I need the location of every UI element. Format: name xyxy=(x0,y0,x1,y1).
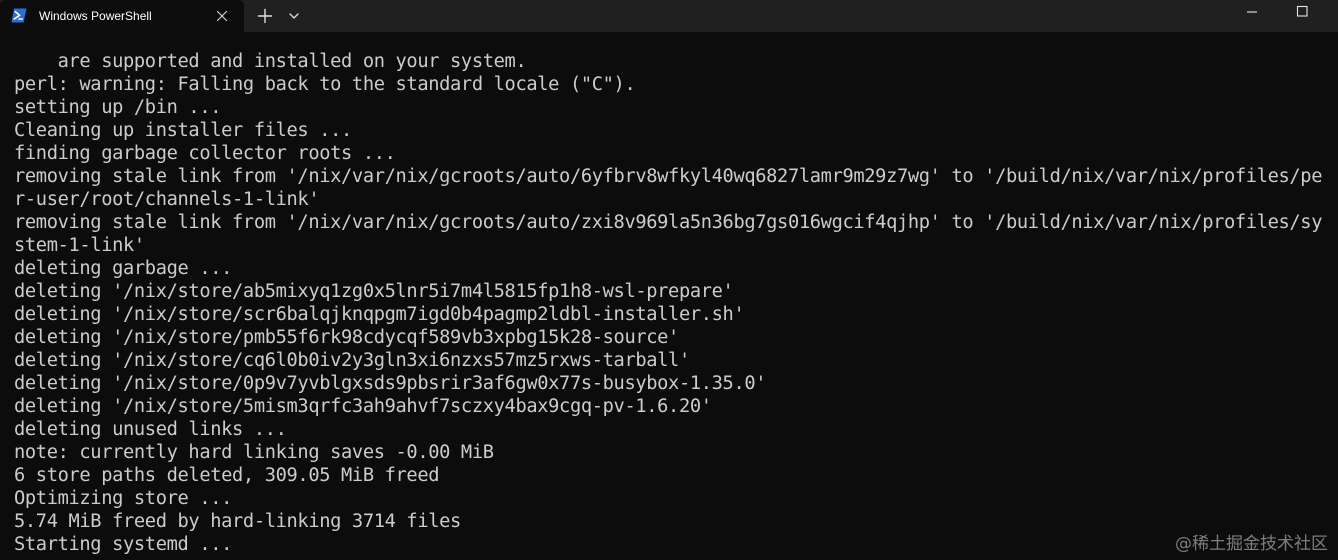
maximize-icon[interactable] xyxy=(1290,4,1314,20)
tab-windows-powershell[interactable]: Windows PowerShell xyxy=(0,0,244,32)
terminal-output[interactable]: are supported and installed on your syst… xyxy=(14,50,1334,560)
terminal-line: 6 store paths deleted, 309.05 MiB freed xyxy=(14,465,440,486)
plus-icon[interactable] xyxy=(253,5,277,27)
terminal-line: deleting '/nix/store/0p9v7yvblgxsds9pbsr… xyxy=(14,373,767,394)
terminal-line: Cleaning up installer files ... xyxy=(14,120,352,141)
terminal-line: setting up /bin ... xyxy=(14,97,222,118)
close-icon[interactable] xyxy=(213,7,231,25)
terminal-line: deleting '/nix/store/scr6balqjknqpgm7igd… xyxy=(14,304,745,325)
terminal-line: Optimizing store ... xyxy=(14,488,233,509)
chevron-down-icon[interactable] xyxy=(284,5,304,27)
terminal-line: 5.74 MiB freed by hard-linking 3714 file… xyxy=(14,511,461,532)
terminal-line: note: currently hard linking saves -0.00… xyxy=(14,442,494,463)
terminal-line: deleting '/nix/store/5mism3qrfc3ah9ahvf7… xyxy=(14,396,712,417)
tab-title: Windows PowerShell xyxy=(39,9,152,23)
terminal-line: are supported and installed on your syst… xyxy=(14,51,527,72)
terminal-line: deleting '/nix/store/cq6l0b0iv2y3gln3xi6… xyxy=(14,350,690,371)
terminal-line: deleting garbage ... xyxy=(14,258,233,279)
terminal-line: perl: warning: Falling back to the stand… xyxy=(14,74,636,95)
terminal-line: deleting '/nix/store/ab5mixyq1zg0x5lnr5i… xyxy=(14,281,734,302)
terminal-window: Windows PowerShell are supported and ins… xyxy=(0,0,1338,560)
terminal-line: deleting unused links ... xyxy=(14,419,287,440)
terminal-line: finding garbage collector roots ... xyxy=(14,143,396,164)
terminal-line: Starting systemd ... xyxy=(14,534,233,555)
watermark: @稀土掘金技术社区 xyxy=(1175,534,1328,554)
terminal-line: stem-1-link' xyxy=(14,235,145,256)
title-bar: Windows PowerShell xyxy=(0,0,1338,32)
terminal-line: removing stale link from '/nix/var/nix/g… xyxy=(14,212,1323,233)
minimize-icon[interactable] xyxy=(1240,4,1264,20)
terminal-line: deleting '/nix/store/pmb55f6rk98cdycqf58… xyxy=(14,327,679,348)
powershell-icon xyxy=(11,8,27,23)
terminal-line: removing stale link from '/nix/var/nix/g… xyxy=(14,166,1323,187)
terminal-line: r-user/root/channels-1-link' xyxy=(14,189,320,210)
